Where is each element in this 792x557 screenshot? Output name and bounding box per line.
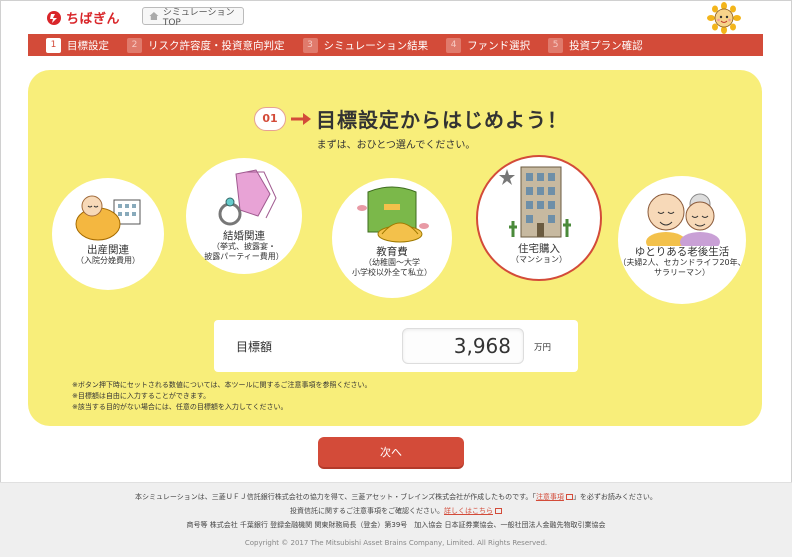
home-icon: [149, 11, 159, 21]
goal-subtitle: （夫婦2人、セカンドライフ20年、 サラリーマン）: [618, 258, 746, 277]
school-bag-icon: [357, 186, 429, 243]
step-number: 5: [548, 37, 564, 53]
step-label: リスク許容度・投資意向判定: [148, 39, 285, 52]
note-line: ※ボタン押下時にセットされる数値については、本ツールに関するご注意事項を参照くだ…: [72, 381, 372, 389]
logo[interactable]: ちばぎん: [46, 8, 120, 27]
goal-options: 出産関連 （入院分娩費用） 結婚関連 （挙式、披露宴・ 披露パーティー費用） 教…: [0, 155, 792, 305]
details-link[interactable]: 詳しくはこちら: [444, 507, 493, 515]
ring-gloves-icon: [218, 169, 277, 226]
footer-text: 本シミュレーションは、三菱ＵＦＪ信託銀行株式会社の協力を得て、三菱アセット・ブレ…: [135, 493, 536, 501]
step-number: 2: [127, 37, 142, 53]
step-number: 1: [46, 37, 61, 53]
section-heading: 01 目標設定からはじめよう！: [254, 104, 568, 133]
note-line: ※該当する目的がない場合には、任意の目標額を入力してください。: [72, 403, 288, 411]
step-label: 投資プラン確認: [569, 39, 643, 52]
note-line: ※目標額は自由に入力することができます。: [72, 392, 211, 400]
goal-housing[interactable]: 住宅購入 （マンション）: [476, 155, 602, 281]
goal-wedding[interactable]: 結婚関連 （挙式、披露宴・ 披露パーティー費用）: [186, 158, 302, 274]
goal-title: 住宅購入: [518, 243, 560, 255]
step-2: 2 リスク許容度・投資意向判定: [127, 34, 285, 56]
target-amount-box: 目標額 3,968 万円: [214, 320, 578, 372]
footer-text: 」を必ずお読みください。: [572, 493, 657, 501]
goal-title: ゆとりある老後生活: [634, 246, 730, 258]
step-1: 1 目標設定: [46, 34, 109, 56]
step-3: 3 シミュレーション結果: [302, 34, 429, 56]
notes: ※ボタン押下時にセットされる数値については、本ツールに関するご注意事項を参照くだ…: [72, 380, 372, 413]
footer-text: 投資信託に関するご注意事項をご確認ください。: [290, 507, 444, 515]
arrow-right-icon: [291, 112, 311, 125]
goal-childbirth[interactable]: 出産関連 （入院分娩費用）: [52, 178, 164, 290]
apartment-building-icon: [499, 166, 571, 238]
step-5: 5 投資プラン確認: [548, 34, 643, 56]
goal-retirement[interactable]: ゆとりある老後生活 （夫婦2人、セカンドライフ20年、 サラリーマン）: [618, 176, 746, 304]
goal-title: 出産関連: [87, 244, 129, 256]
step-label: シミュレーション結果: [323, 39, 429, 52]
step-number: 4: [446, 37, 462, 53]
target-amount-unit: 万円: [534, 343, 552, 353]
target-amount-input[interactable]: 3,968: [402, 328, 524, 364]
step-label: 目標設定: [67, 39, 109, 52]
bank-logo-icon: [47, 10, 61, 25]
notice-link[interactable]: 注意事項: [536, 493, 564, 501]
elderly-couple-icon: [646, 193, 720, 246]
progress-step-bar: 1 目標設定 2 リスク許容度・投資意向判定 3 シミュレーション結果 4 ファ…: [28, 34, 763, 56]
logo-text: ちばぎん: [66, 12, 121, 27]
footer-registration: 商号等 株式会社 千葉銀行 登録金融機関 関東財務局長（登金）第39号 加入協会…: [186, 521, 606, 529]
footer-copyright: Copyright © 2017 The Mitsubishi Asset Br…: [244, 539, 548, 547]
external-link-icon: [495, 508, 502, 514]
goal-subtitle: （入院分娩費用）: [76, 256, 140, 265]
goal-subtitle: （挙式、披露宴・ 披露パーティー費用）: [204, 242, 284, 261]
step-number: 3: [302, 37, 318, 53]
step-label: ファンド選択: [467, 39, 531, 52]
target-amount-label: 目標額: [236, 340, 273, 354]
footer-disclaimer: 本シミュレーションは、三菱ＵＦＪ信託銀行株式会社の協力を得て、三菱アセット・ブレ…: [0, 492, 792, 502]
step-badge: 01: [254, 106, 286, 131]
step-4: 4 ファンド選択: [446, 34, 530, 56]
baby-icon: [75, 195, 141, 241]
simulation-top-button[interactable]: シミュレーションTOP: [142, 7, 244, 28]
footer-fund-notice: 投資信託に関するご注意事項をご確認ください。詳しくはこちら: [0, 506, 792, 516]
next-button[interactable]: 次へ: [318, 437, 464, 467]
header: ちばぎん シミュレーションTOP: [0, 0, 792, 34]
goal-subtitle: （幼稚園～大学 小学校以外全て私立）: [352, 258, 432, 277]
goal-title: 教育費: [376, 246, 408, 258]
page-title: 目標設定からはじめよう！: [316, 108, 568, 132]
footer: 本シミュレーションは、三菱ＵＦＪ信託銀行株式会社の協力を得て、三菱アセット・ブレ…: [0, 482, 792, 557]
goal-subtitle: （マンション）: [511, 255, 567, 264]
sunflower-mascot-icon: [707, 2, 741, 34]
goal-education[interactable]: 教育費 （幼稚園～大学 小学校以外全て私立）: [332, 178, 452, 298]
page-subtitle: まずは、おひとつ選んでください。: [316, 140, 476, 151]
external-link-icon: [565, 494, 573, 500]
goal-title: 結婚関連: [223, 230, 265, 242]
simulation-top-label: シミュレーションTOP: [162, 7, 235, 28]
